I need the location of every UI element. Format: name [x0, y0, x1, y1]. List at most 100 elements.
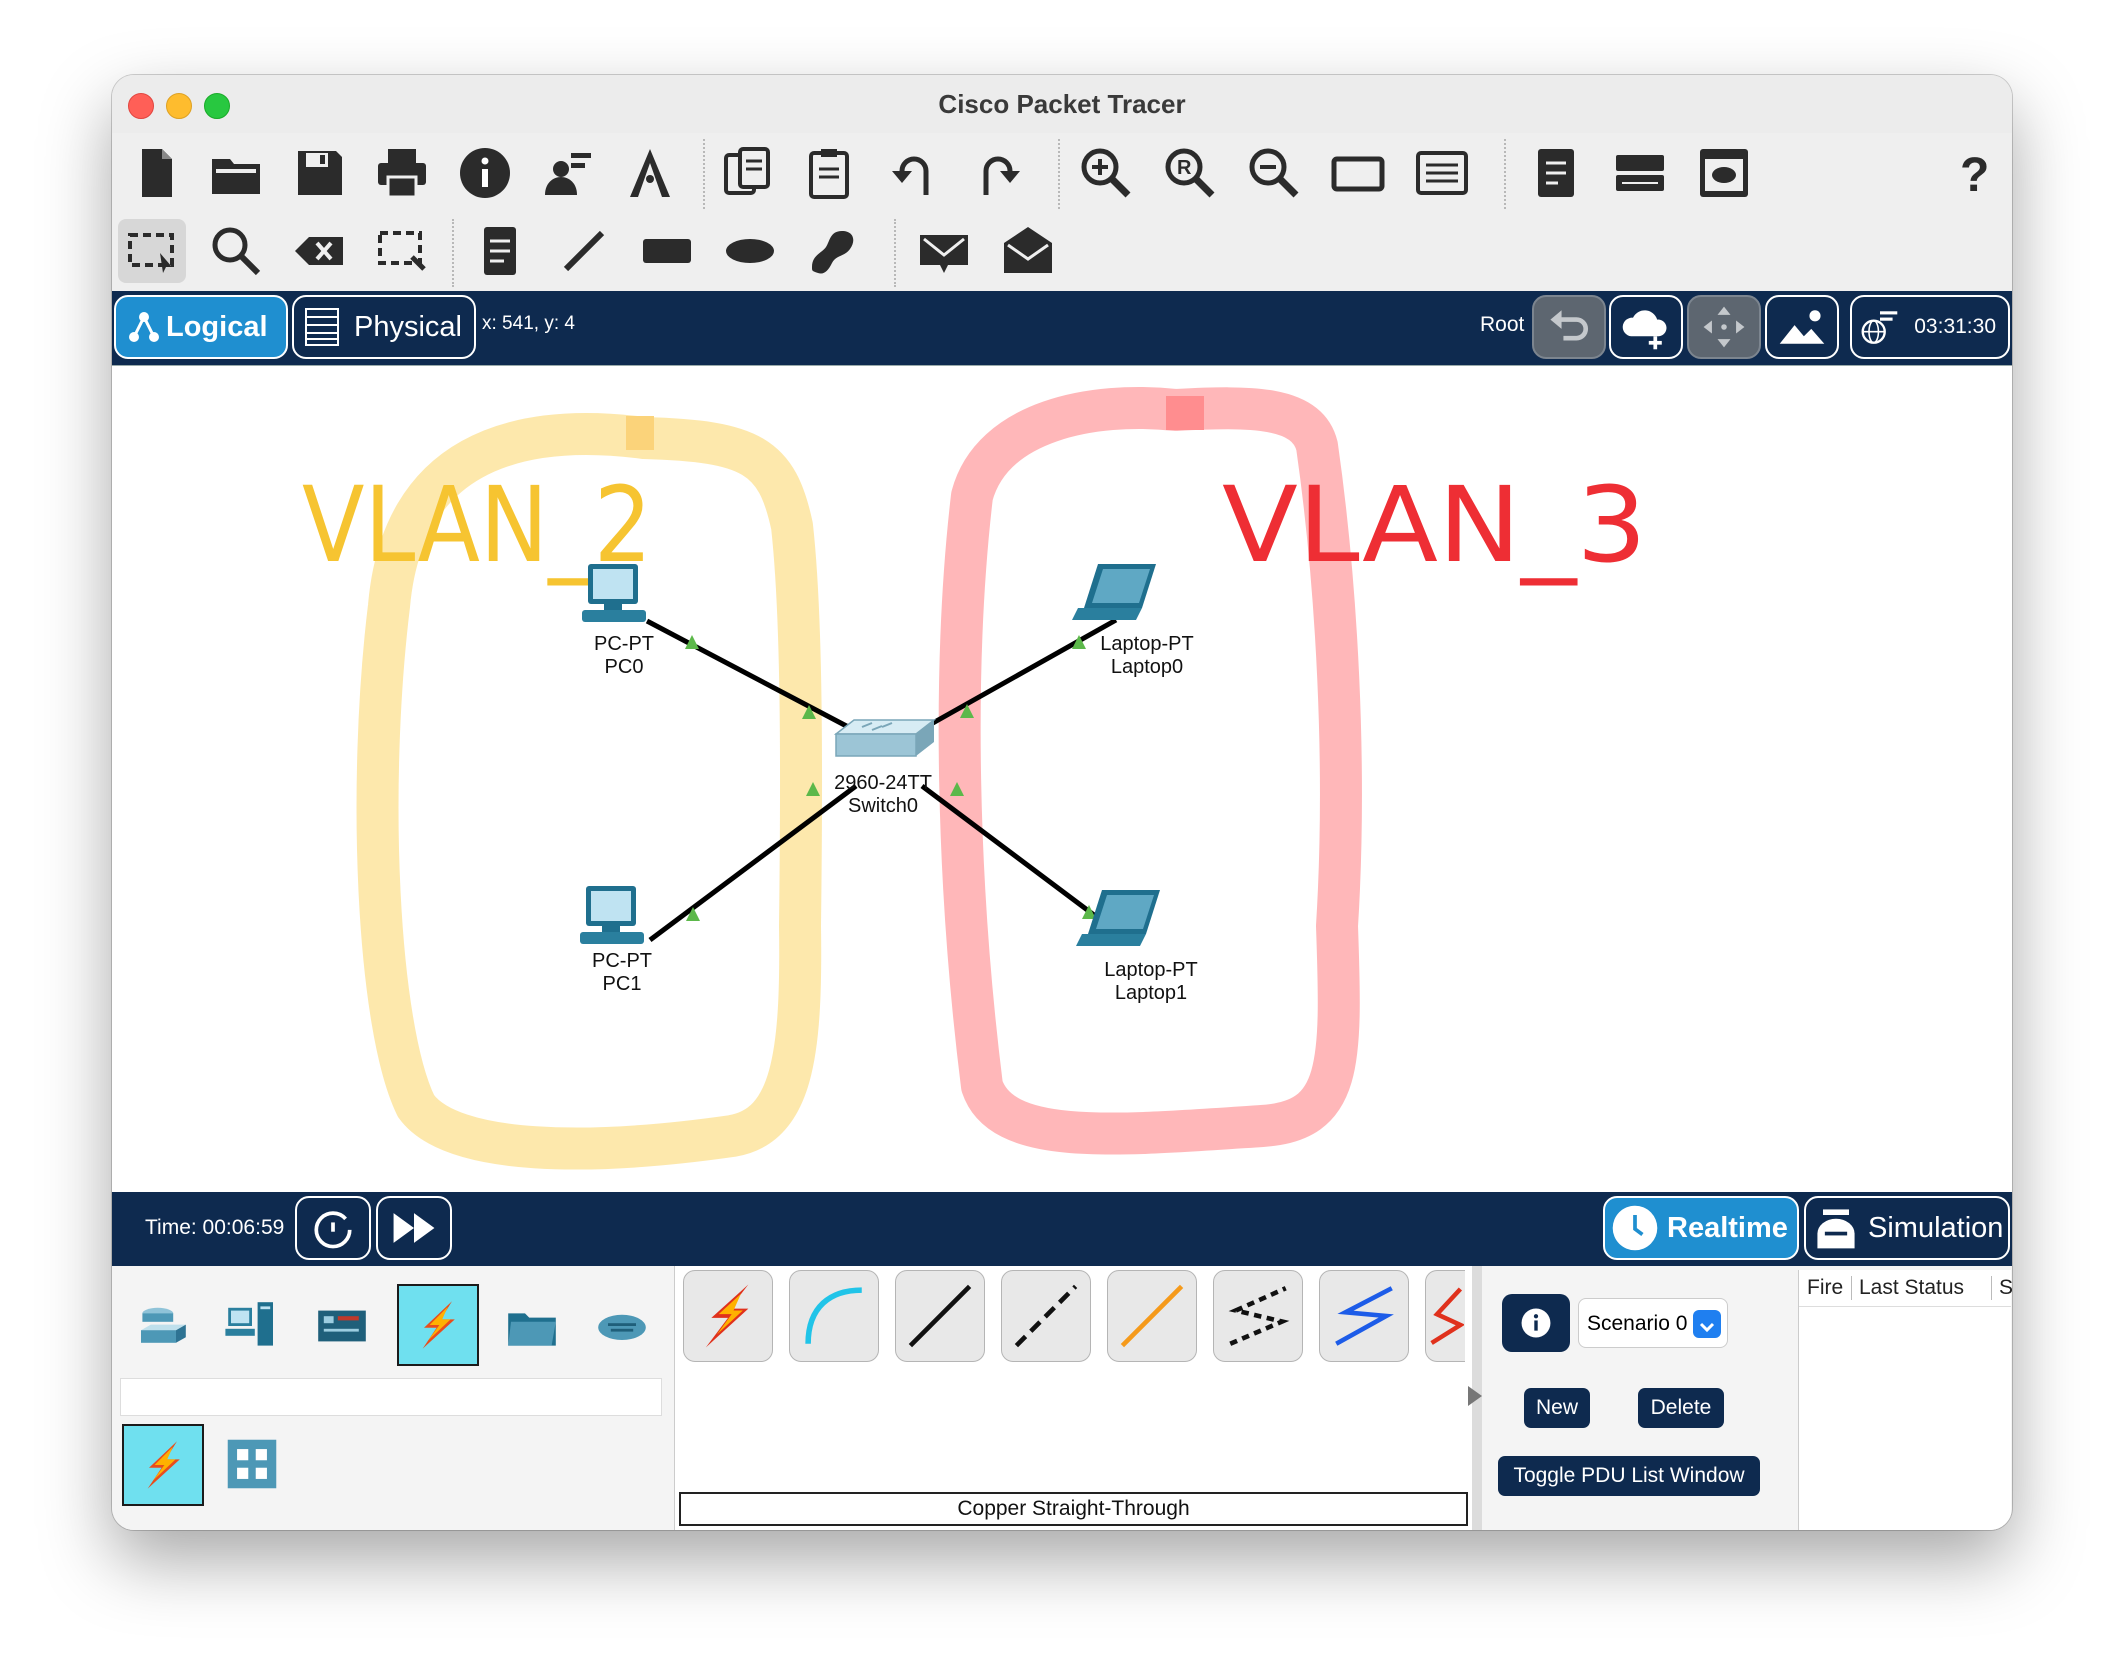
cursor-coordinates: x: 541, y: 4 — [482, 313, 575, 334]
draw-line-icon[interactable] — [554, 219, 614, 283]
time-bar: Time: 00:06:59 Realtime Simulation — [112, 1192, 2012, 1266]
move-object-button[interactable] — [1687, 295, 1761, 359]
logical-tab[interactable]: Logical — [114, 295, 288, 359]
workspace-bar: Logical Physical x: 541, y: 4 Root 03:31… — [112, 291, 2012, 365]
vlan3-shape-start — [1166, 396, 1204, 430]
pc0-label[interactable]: PC-PT PC0 — [544, 633, 704, 679]
title-bar: Cisco Packet Tracer — [112, 75, 2012, 134]
copper-straight-through-button[interactable] — [895, 1270, 985, 1362]
back-button[interactable] — [1532, 295, 1606, 359]
notes-icon[interactable] — [1526, 141, 1586, 205]
help-icon[interactable]: ? — [1944, 141, 2004, 205]
toolbar-separator — [1058, 139, 1060, 209]
column-divider — [1851, 1276, 1852, 1300]
components-category[interactable] — [302, 1286, 382, 1366]
new-file-icon[interactable] — [126, 141, 186, 205]
tools-toolbar — [112, 215, 2012, 291]
physical-tab[interactable]: Physical — [292, 295, 476, 359]
new-cluster-button[interactable] — [1609, 295, 1683, 359]
cross-over-cable-icon — [1014, 1284, 1078, 1348]
logical-workspace-canvas[interactable]: VLAN_2 VLAN_3 PC-PT PC0 PC-PT PC1 2960-2… — [112, 365, 2012, 1193]
lightning-bolt-icon — [422, 1301, 455, 1349]
undo-icon[interactable] — [884, 141, 944, 205]
device-name: Switch0 — [847, 795, 919, 817]
device-name: PC0 — [604, 656, 644, 678]
scenario-info-button[interactable] — [1502, 1294, 1570, 1352]
laptop0-label[interactable]: Laptop-PT Laptop0 — [1067, 633, 1227, 679]
device-type-selection — [112, 1266, 667, 1530]
simulation-time: Time: 00:06:59 — [145, 1216, 285, 1239]
redo-icon[interactable] — [968, 141, 1028, 205]
delete-tool-icon[interactable] — [289, 219, 349, 283]
inspect-tool-icon[interactable] — [206, 219, 266, 283]
column-header-source[interactable]: S — [1999, 1276, 2012, 1300]
auto-connection-icon — [705, 1284, 749, 1348]
serial-dce-cable-button[interactable] — [1425, 1270, 1465, 1362]
device-search-bar[interactable] — [120, 1378, 662, 1416]
device-type: Laptop-PT — [1104, 959, 1198, 981]
lightning-bolt-icon — [147, 1441, 180, 1489]
resize-shape-icon[interactable] — [372, 219, 432, 283]
viewport-clock[interactable]: 03:31:30 — [1850, 295, 2010, 359]
fiber-cable-button[interactable] — [1107, 1270, 1197, 1362]
toggle-pdu-list-button[interactable]: Toggle PDU List Window — [1498, 1456, 1760, 1496]
stopwatch-icon — [1817, 1209, 1855, 1249]
end-devices-category[interactable] — [212, 1286, 292, 1366]
copper-cross-over-button[interactable] — [1001, 1270, 1091, 1362]
device-rack-icon[interactable] — [1610, 141, 1670, 205]
select-tool-icon[interactable] — [118, 219, 186, 283]
freeform-icon[interactable] — [802, 219, 862, 283]
custom-devices-icon[interactable] — [620, 141, 680, 205]
custom-device-dialog-icon[interactable] — [1412, 141, 1472, 205]
draw-rectangle-icon[interactable] — [637, 219, 697, 283]
phone-cable-button[interactable] — [1213, 1270, 1303, 1362]
delete-scenario-button[interactable]: Delete — [1638, 1388, 1724, 1428]
paste-icon[interactable] — [801, 141, 861, 205]
draw-ellipse-icon[interactable] — [720, 219, 780, 283]
place-note-icon[interactable] — [470, 219, 530, 283]
scenario-select[interactable]: Scenario 0 — [1578, 1298, 1728, 1348]
simulation-mode-button[interactable]: Simulation — [1804, 1196, 2010, 1260]
open-folder-icon[interactable] — [206, 141, 266, 205]
coaxial-cable-button[interactable] — [1319, 1270, 1409, 1362]
activity-wizard-icon[interactable] — [537, 141, 597, 205]
zoom-in-icon[interactable] — [1076, 141, 1136, 205]
connections-subcategory[interactable] — [122, 1424, 204, 1506]
info-icon[interactable] — [455, 141, 515, 205]
power-cycle-button[interactable] — [295, 1196, 371, 1260]
pt-web-icon[interactable] — [1694, 141, 1754, 205]
miscellaneous-category[interactable] — [492, 1286, 572, 1366]
globe-settings-icon — [1861, 311, 1898, 344]
new-scenario-button[interactable]: New — [1524, 1388, 1590, 1428]
expand-arrow-icon[interactable] — [1468, 1386, 1482, 1406]
pc0-icon — [582, 564, 646, 622]
switch0-label[interactable]: 2960-24TT Switch0 — [803, 772, 963, 818]
cloud-add-icon — [1622, 310, 1667, 350]
coaxial-cable-icon — [1335, 1286, 1394, 1346]
column-header-fire[interactable]: Fire — [1807, 1276, 1843, 1300]
back-arrow-icon — [1550, 310, 1589, 341]
console-cable-button[interactable] — [789, 1270, 879, 1362]
structured-cabling-subcategory[interactable] — [222, 1434, 282, 1494]
print-icon[interactable] — [372, 141, 432, 205]
realtime-mode-button[interactable]: Realtime — [1603, 1196, 1799, 1260]
device-type: Laptop-PT — [1100, 633, 1194, 655]
add-complex-pdu-icon[interactable] — [998, 219, 1058, 283]
zoom-reset-icon[interactable]: R — [1160, 141, 1220, 205]
set-background-button[interactable] — [1765, 295, 1839, 359]
copy-icon[interactable] — [718, 141, 778, 205]
multiuser-category[interactable] — [582, 1286, 662, 1366]
device-name: Laptop1 — [1114, 982, 1188, 1004]
laptop1-label[interactable]: Laptop-PT Laptop1 — [1071, 959, 1231, 1005]
zoom-out-icon[interactable] — [1244, 141, 1304, 205]
save-icon[interactable] — [290, 141, 350, 205]
add-simple-pdu-icon[interactable] — [914, 219, 974, 283]
fast-forward-button[interactable] — [376, 1196, 452, 1260]
auto-connection-button[interactable] — [683, 1270, 773, 1362]
connections-category[interactable] — [397, 1284, 479, 1366]
physical-tab-label: Physical — [354, 310, 462, 343]
column-header-last-status[interactable]: Last Status — [1859, 1276, 1964, 1300]
network-devices-category[interactable] — [122, 1286, 202, 1366]
drawing-palette-icon[interactable] — [1328, 141, 1388, 205]
pc1-label[interactable]: PC-PT PC1 — [542, 950, 702, 996]
